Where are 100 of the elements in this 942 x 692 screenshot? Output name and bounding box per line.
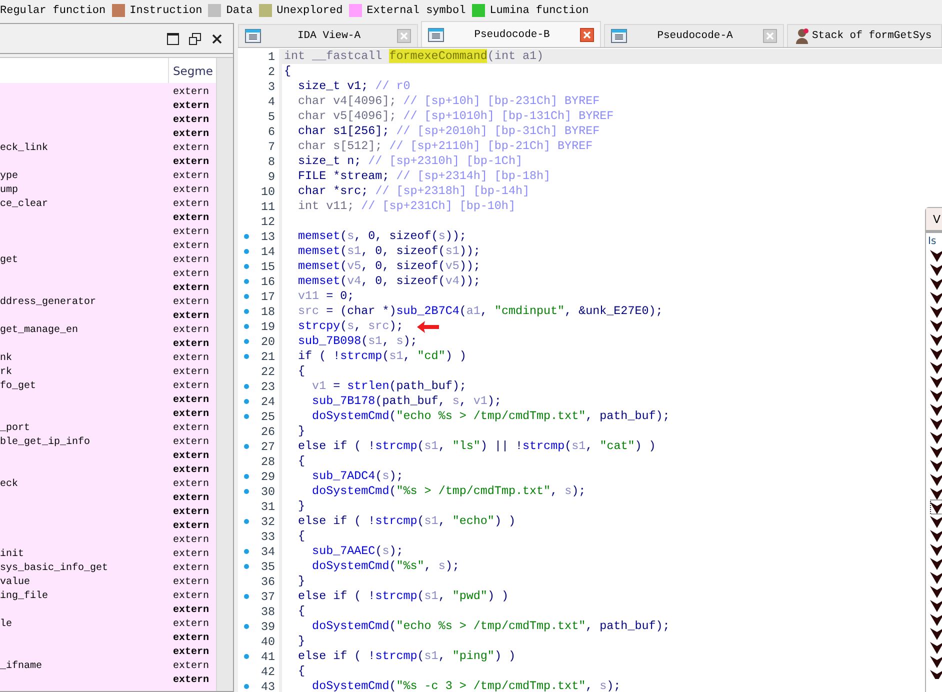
function-name[interactable]: ce_clear — [0, 198, 173, 210]
code-line: doSystemCmd("%s > /tmp/cmdTmp.txt", s); — [311, 484, 586, 499]
function-name[interactable]: le — [0, 618, 173, 630]
code-line: char v5[4096]; // [sp+1010h] [bp-131Ch] BYREF — [297, 109, 614, 124]
tab[interactable]: Stack of formGetSys — [787, 24, 942, 47]
code-line: src = (char *)sub_2B7C4(a1, "cmdinput", &unk_E27E0); — [297, 304, 663, 319]
code-line: else if ( !strcmp(s1, "ping") ) — [297, 649, 516, 664]
window-tab[interactable]: V — [926, 208, 942, 233]
line-number: 25 — [260, 410, 275, 424]
code-line: strcpy(s, src); — [297, 319, 404, 334]
window-icon — [245, 29, 261, 43]
line-number: 28 — [260, 454, 275, 468]
segment-text: extern — [173, 184, 210, 196]
segment-text: extern — [173, 576, 210, 588]
code-line: FILE *stream; // [sp+2314h] [bp-18h] — [297, 169, 551, 184]
function-name[interactable]: ble_get_ip_info — [0, 436, 173, 448]
line-number: 37 — [260, 590, 275, 604]
line-number: 21 — [260, 350, 275, 364]
line-number: 30 — [260, 484, 275, 498]
legend-label: Instruction — [130, 4, 202, 16]
code-line: sub_7B178(path_buf, s, v1); — [311, 394, 502, 409]
code-line: else if ( !strcmp(s1, "echo") ) — [297, 514, 516, 529]
line-number: 34 — [260, 544, 275, 558]
segment-text: extern — [173, 310, 210, 322]
code-line: if ( !strcmp(s1, "cd") ) — [297, 349, 466, 364]
line-number: 36 — [260, 574, 275, 588]
function-name[interactable]: get — [0, 254, 173, 266]
segment-text: extern — [173, 534, 210, 546]
function-name[interactable]: eck_link — [0, 142, 173, 154]
function-name[interactable]: eck — [0, 478, 173, 490]
segment-text: extern — [173, 492, 210, 504]
tab[interactable]: Pseudocode-A — [604, 24, 784, 47]
line-number: 12 — [260, 214, 275, 228]
segment-text: extern — [173, 660, 210, 672]
line-number: 4 — [266, 94, 275, 108]
function-name[interactable]: value — [0, 576, 173, 588]
code-line: } — [297, 499, 306, 514]
line-number: 11 — [260, 200, 275, 214]
code-line: v11 = 0; — [297, 289, 354, 304]
segment-text: extern — [173, 352, 210, 364]
maximize-icon[interactable] — [167, 32, 179, 44]
function-name[interactable]: rk — [0, 366, 173, 378]
segment-text: extern — [173, 548, 210, 560]
close-icon[interactable] — [211, 32, 223, 44]
function-name[interactable]: ing_file — [0, 590, 173, 602]
segment-text: extern — [173, 506, 210, 518]
scrollbar[interactable] — [216, 58, 233, 691]
code-line: char v4[4096]; // [sp+10h] [bp-231Ch] BYREF — [297, 94, 600, 109]
line-number: 41 — [260, 650, 275, 664]
code-line: else if ( !strcmp(s1, "ls") || !strcmp(s1, "cat") ) — [297, 439, 656, 454]
line-number: 7 — [266, 140, 275, 154]
function-name[interactable]: sys_basic_info_get — [0, 562, 173, 574]
line-number: 16 — [260, 274, 275, 288]
code-line: char *src; // [sp+2318h] [bp-14h] — [297, 184, 530, 199]
line-number: 17 — [260, 290, 275, 304]
code-line: doSystemCmd("%s -c 3 > /tmp/cmdTmp.txt", s); — [311, 679, 621, 692]
code-line: } — [297, 634, 306, 649]
code-line: { — [283, 64, 292, 79]
line-number: 20 — [260, 334, 275, 348]
line-number: 22 — [260, 364, 275, 378]
function-name[interactable]: _ifname — [0, 660, 173, 672]
legend-label: Unexplored — [276, 4, 343, 16]
segment-text: extern — [173, 604, 210, 616]
legend-label: Lumina function — [490, 4, 589, 16]
code-line: sub_7ADC4(s); — [311, 469, 404, 484]
segment-text: extern — [173, 226, 210, 238]
tab[interactable]: IDA View-A — [238, 24, 418, 47]
segment-text: extern — [173, 114, 210, 126]
code-line: size_t v1; // r0 — [297, 79, 410, 94]
function-name[interactable]: ump — [0, 184, 173, 196]
segment-text: extern — [173, 422, 210, 434]
code-line: memset(s1, 0, sizeof(s1)); — [297, 244, 480, 259]
function-name[interactable]: ype — [0, 170, 173, 182]
legend-label: External symbol — [366, 4, 466, 16]
function-name[interactable]: ddress_generator — [0, 296, 173, 308]
code-line: v1 = strlen(path_buf); — [311, 379, 466, 394]
segment-text: extern — [173, 674, 210, 686]
code-line: else if ( !strcmp(s1, "pwd") ) — [297, 589, 508, 604]
function-name[interactable]: fo_get — [0, 380, 173, 392]
line-number: 10 — [260, 184, 275, 198]
function-name[interactable]: nk — [0, 352, 173, 364]
window-icon — [611, 29, 627, 43]
avatar-icon — [794, 28, 810, 44]
function-name[interactable]: init — [0, 548, 173, 560]
line-number: 9 — [266, 170, 275, 184]
segment-text: extern — [173, 268, 210, 280]
line-number: 26 — [260, 424, 275, 438]
code-line: doSystemCmd("echo %s > /tmp/cmdTmp.txt", path_buf); — [311, 409, 670, 424]
legend-label: Regular function — [0, 4, 106, 16]
function-name[interactable]: _port — [0, 422, 173, 434]
restore-icon[interactable] — [189, 32, 201, 44]
tab[interactable]: Pseudocode-B — [421, 21, 601, 47]
line-number: 13 — [260, 230, 275, 244]
code-line: doSystemCmd("%s", s); — [311, 559, 460, 574]
function-name[interactable]: get_manage_en — [0, 324, 173, 336]
line-number: 42 — [260, 664, 275, 678]
segment-text: extern — [173, 128, 210, 140]
code-line: { — [297, 454, 306, 469]
line-number: 31 — [260, 500, 275, 514]
code-line: { — [297, 664, 306, 679]
